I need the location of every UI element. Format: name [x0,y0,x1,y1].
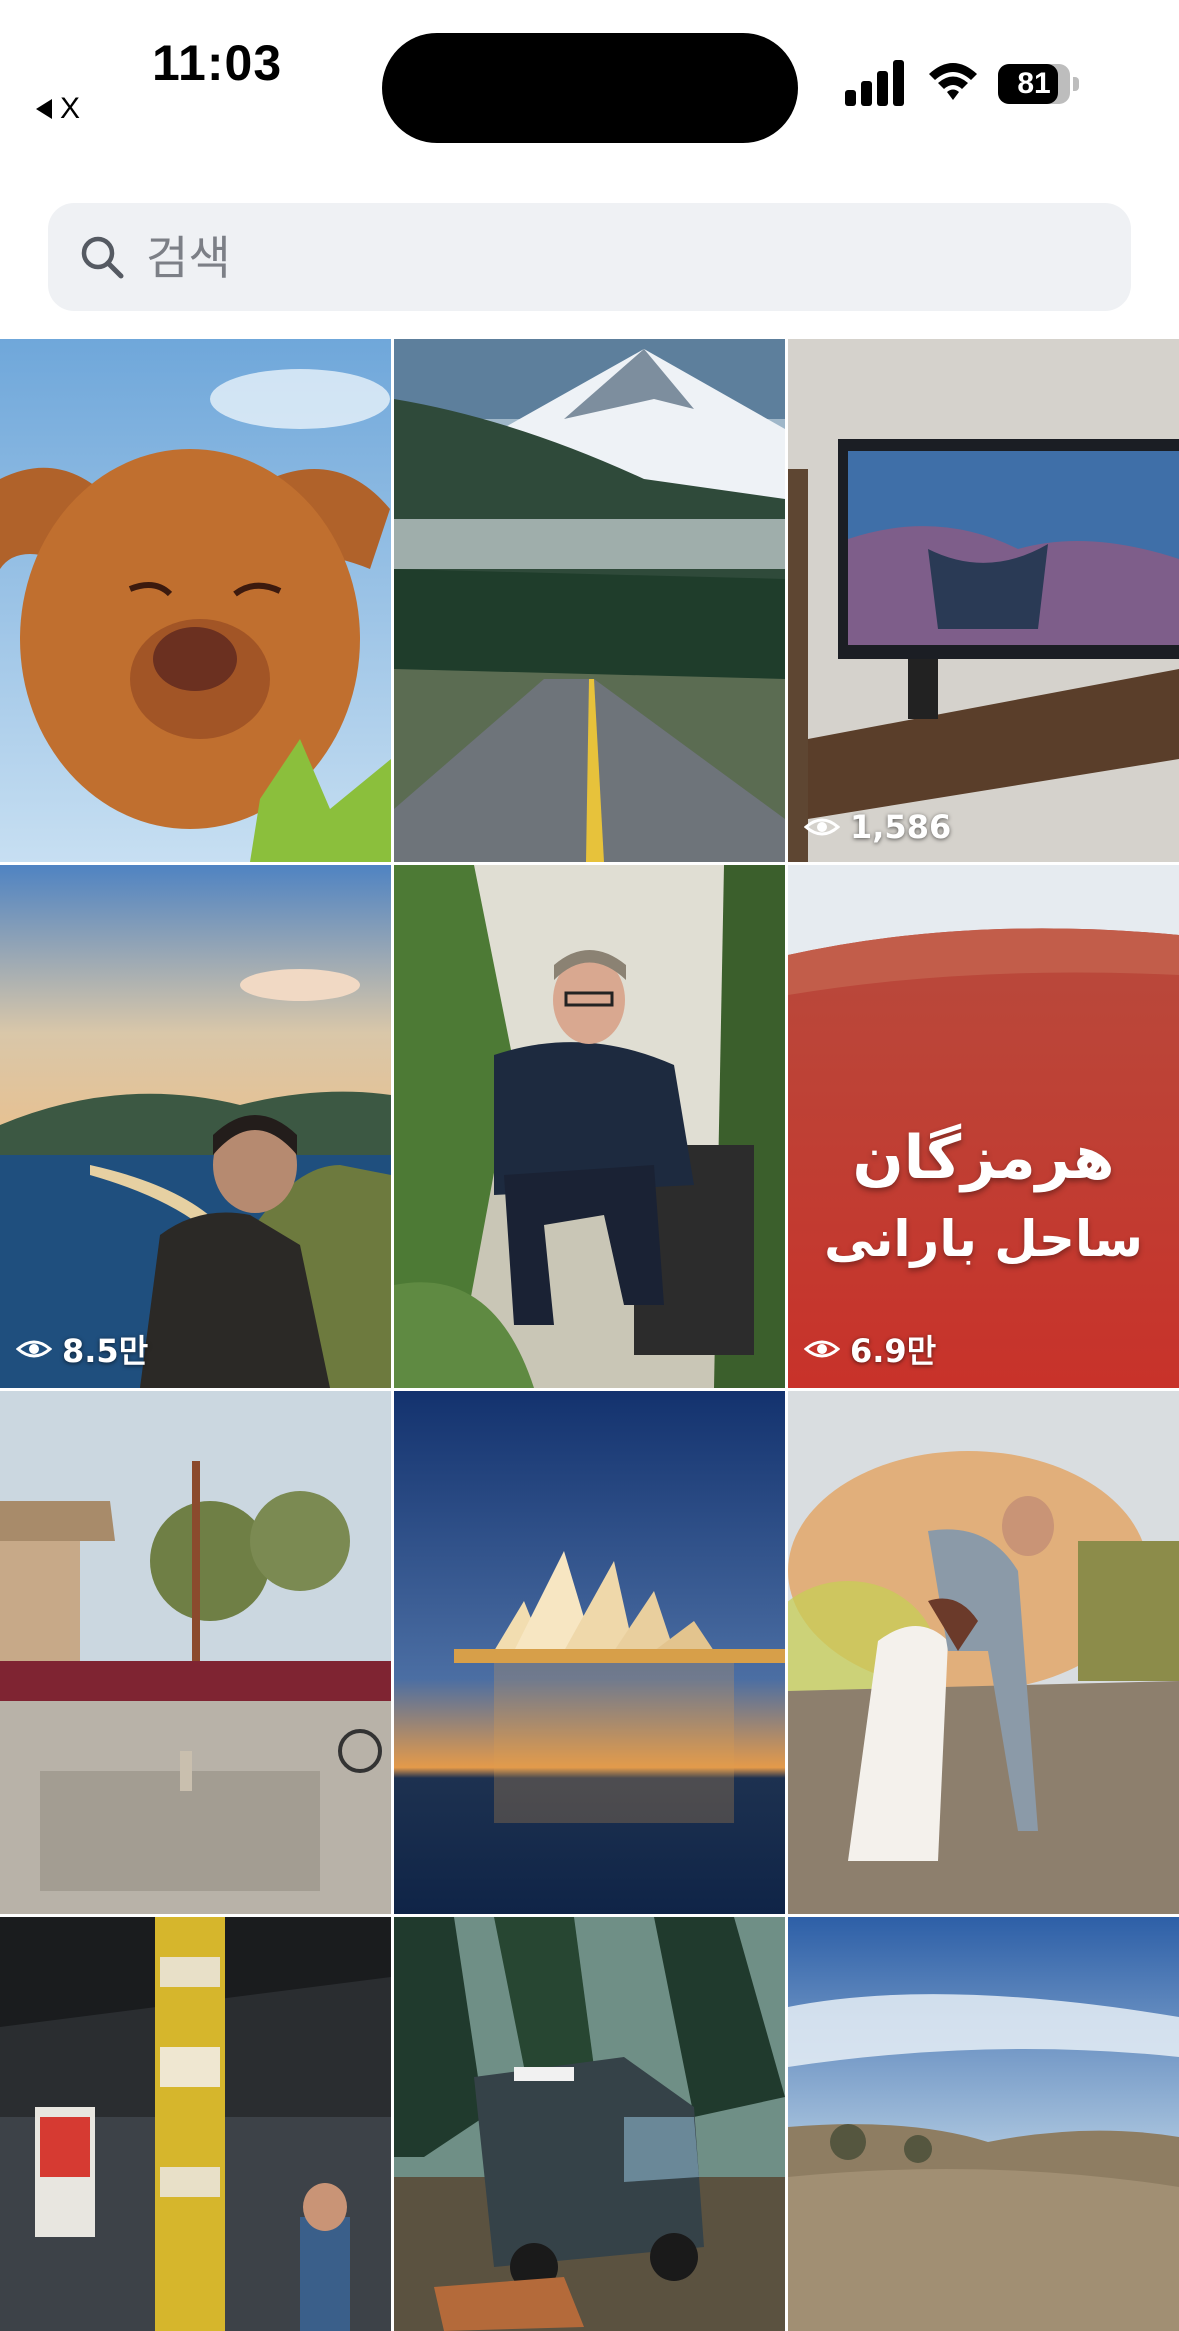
view-count-badge: 1,586 [804,808,951,846]
grid-tile-coast-man[interactable]: 8.5만 [0,865,391,1388]
grid-tile-wedding-couple[interactable] [788,1391,1179,1914]
grid-tile-dog[interactable] [0,339,391,862]
back-triangle-icon [36,99,52,119]
view-count: 1,586 [850,808,952,846]
view-count: 8.5만 [62,1332,149,1370]
eye-icon [804,1340,840,1358]
overlay-title: هرمزگان [852,1123,1115,1193]
grid-tile-mountain-road[interactable] [394,339,785,862]
eye-icon [16,1340,52,1358]
search-icon [81,236,124,279]
grid-tile-plaza[interactable] [0,1391,391,1914]
dynamic-island [382,33,798,143]
camper-van-image [394,1917,785,2331]
back-to-app-button[interactable]: X [36,92,80,126]
view-count: 6.9만 [850,1332,937,1370]
plaza-image [0,1391,391,1914]
grid-tile-man-sitting[interactable] [394,865,785,1388]
grid-tile-hills-sky[interactable] [788,1917,1179,2331]
grid-tile-tv-room[interactable]: 1,586 [788,339,1179,862]
battery-level: 81 [1017,67,1051,100]
coast-man-image [0,865,391,1388]
overlay-subtitle: ساحل بارانی [824,1210,1143,1268]
eye-icon [804,818,840,836]
search-input[interactable] [144,203,1108,313]
view-count-badge: 8.5만 [16,1326,148,1372]
cellular-signal-icon [845,60,904,106]
opera-house-image [394,1391,785,1914]
search-bar[interactable] [48,203,1131,313]
wedding-couple-image [788,1391,1179,1914]
street-pillar-image [0,1917,391,2331]
status-time: 11:03 [152,35,283,91]
grid-tile-red-desert[interactable]: هرمزگان ساحل بارانی 6.9만 [788,865,1179,1388]
grid-tile-opera-house[interactable] [394,1391,785,1914]
grid-tile-camper-van[interactable] [394,1917,785,2331]
grid-tile-street-pillar[interactable] [0,1917,391,2331]
dog-image [0,339,391,862]
back-app-label: X [60,92,81,125]
view-count-badge: 6.9만 [804,1326,936,1372]
battery-icon: 81 [998,64,1080,106]
status-bar: 11:03 X 81 [0,0,1179,150]
explore-grid: 1,586 8.5만 هرمزگان ساحل بارانی 6.9만 [0,339,1179,2331]
wifi-icon [929,63,977,100]
man-sitting-image [394,865,785,1388]
hills-sky-image [788,1917,1179,2331]
mountain-road-image [394,339,785,862]
tv-room-image [788,339,1179,862]
